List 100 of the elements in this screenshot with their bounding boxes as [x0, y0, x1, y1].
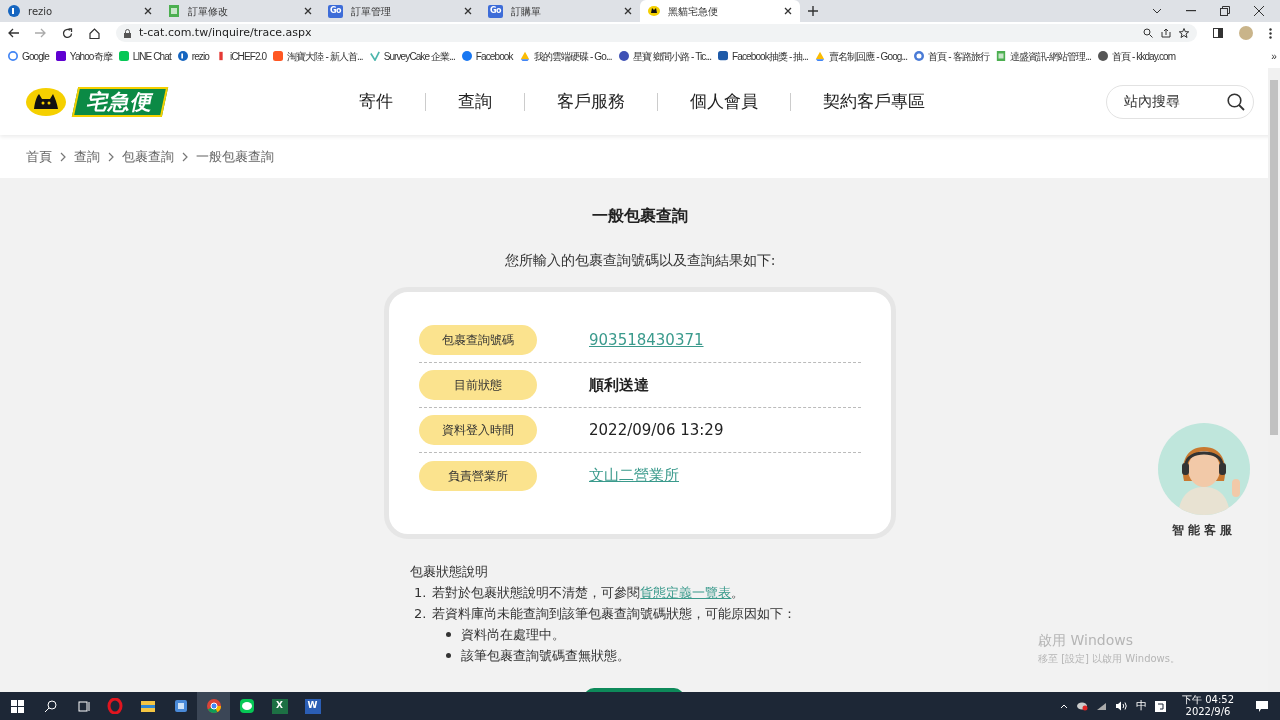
close-icon[interactable] — [784, 7, 792, 15]
spreadsheet-icon: X — [271, 698, 288, 714]
breadcrumb-link[interactable]: 查詢 — [74, 146, 100, 167]
browser-tab[interactable]: Go 訂單管理 — [320, 0, 480, 22]
bullet-dot — [446, 653, 451, 658]
back-icon[interactable] — [8, 28, 19, 38]
notification-icon[interactable] — [1256, 700, 1268, 712]
ring-icon — [106, 698, 123, 714]
task-view-icon[interactable] — [77, 699, 90, 713]
notes-title: 包裹狀態說明 — [410, 563, 489, 581]
logo-icon — [8, 5, 20, 17]
ime-indicator[interactable]: 中 — [1136, 697, 1147, 715]
address-bar[interactable]: t-cat.com.tw/inquire/trace.aspx — [116, 24, 1197, 42]
close-icon[interactable] — [1254, 6, 1264, 16]
zoom-icon[interactable] — [1143, 28, 1153, 38]
chat-icon — [238, 698, 255, 714]
logo-icon — [914, 51, 925, 61]
note-text: 若資料庫尚未能查詢到該筆包裹查詢號碼狀態，可能原因如下： — [432, 605, 797, 623]
triangle-icon — [519, 51, 530, 61]
browser-tab[interactable]: 黑貓宅急便 — [640, 0, 800, 22]
search-icon[interactable] — [1227, 92, 1245, 111]
minimize-icon[interactable] — [1186, 10, 1196, 12]
chatbot-avatar[interactable] — [1158, 423, 1250, 515]
share-icon[interactable] — [1161, 28, 1171, 38]
breadcrumb-link[interactable]: 包裹查詢 — [122, 146, 174, 167]
chatbot-label[interactable]: 智能客服 — [1158, 521, 1250, 539]
list-number: 1. — [414, 584, 427, 602]
breadcrumb-link[interactable]: 首頁 — [26, 146, 52, 167]
nav-link[interactable]: 契約客戶專區 — [791, 92, 957, 111]
chevron-up-icon[interactable] — [1060, 703, 1068, 709]
bookmark[interactable]: LINE Chat — [118, 48, 171, 64]
speaker-icon[interactable] — [1115, 701, 1128, 711]
cat-icon — [648, 5, 660, 17]
windows-icon[interactable] — [11, 699, 24, 713]
menu-icon[interactable] — [1269, 27, 1272, 39]
close-icon[interactable] — [624, 7, 632, 15]
chat-icon — [118, 51, 129, 61]
browser-tab[interactable]: 訂單修改 — [160, 0, 320, 22]
sheet-icon — [995, 51, 1006, 61]
bookmark[interactable]: 賣名制回應 - Goog... — [814, 48, 908, 64]
close-icon[interactable] — [144, 7, 152, 15]
globe-icon — [1097, 51, 1108, 61]
cloud-icon[interactable] — [1076, 701, 1088, 711]
clock[interactable]: 下午 04:52 2022/9/6 — [1182, 694, 1234, 718]
check-icon — [369, 51, 380, 61]
field-label: 負責營業所 — [419, 460, 537, 491]
logo-icon — [461, 51, 472, 61]
lock-icon — [124, 28, 131, 38]
close-icon[interactable] — [464, 7, 472, 15]
taskbar-app[interactable]: X — [263, 692, 296, 720]
reload-icon[interactable] — [62, 27, 73, 39]
bookmark[interactable]: Google — [8, 48, 49, 64]
chevron-icon — [182, 151, 188, 162]
bookmark[interactable]: Facebook — [461, 48, 513, 64]
note-text: 若對於包裹狀態說明不清楚，可參閱貨態定義一覽表。 — [432, 584, 745, 602]
browser-tab[interactable]: Go 訂購單 — [480, 0, 640, 22]
bookmark[interactable]: 我的雲端硬碟 - Go... — [519, 48, 612, 64]
bookmark[interactable]: 淘寶大陸 - 新人首... — [273, 48, 363, 64]
home-icon[interactable] — [89, 27, 100, 39]
star-icon[interactable] — [1179, 28, 1189, 38]
sidebar-icon[interactable] — [1213, 28, 1223, 38]
bookmark[interactable]: 首頁 - 客路旅行 — [914, 48, 989, 64]
bookmark[interactable]: 首頁 - kkday.com — [1097, 48, 1176, 64]
folder-icon — [139, 698, 156, 714]
taskbar-app[interactable]: W — [296, 692, 329, 720]
field-label: 資料登入時間 — [419, 415, 537, 445]
chat-icon — [718, 51, 729, 61]
nav-link[interactable]: 客戶服務 — [525, 92, 658, 111]
sheet-icon — [168, 5, 180, 17]
nav-link[interactable]: 寄件 — [327, 92, 426, 111]
close-icon[interactable] — [304, 7, 312, 15]
document-icon — [172, 698, 189, 714]
network-icon[interactable] — [1096, 701, 1107, 711]
bookmark[interactable]: Facebook抽獎 - 抽... — [718, 48, 808, 64]
bookmark[interactable]: 星寶 鄉間小路 - Tic... — [618, 48, 712, 64]
nav-link[interactable]: 查詢 — [426, 92, 525, 111]
nav-link[interactable]: 個人會員 — [658, 92, 791, 111]
chevron-icon — [108, 151, 114, 162]
chevron-down-icon[interactable] — [1152, 8, 1162, 14]
note-text: 資料尚在處理中。 — [461, 626, 565, 644]
browser-tab[interactable]: rezio — [0, 0, 160, 22]
logo-icon — [177, 51, 188, 61]
word-icon: W — [304, 698, 321, 714]
bookmark[interactable]: Yahoo奇摩 — [55, 48, 112, 64]
bookmark[interactable]: SurveyCake 企業... — [369, 48, 455, 64]
list-number: 2. — [414, 605, 427, 623]
page-title: 一般包裹查詢 — [591, 205, 689, 227]
result-value: 2022/09/06 13:29 — [589, 419, 724, 441]
bookmark[interactable]: 達盛資訊-網站管理... — [995, 48, 1091, 64]
restore-icon[interactable] — [1220, 6, 1230, 16]
field-label: 目前狀態 — [419, 370, 537, 400]
site-logo[interactable]: 宅急便 — [71, 86, 169, 117]
plus-icon[interactable] — [808, 6, 818, 16]
cat-icon[interactable] — [25, 86, 67, 117]
bookmark[interactable]: iCHEF2.0 — [215, 48, 267, 64]
search-icon[interactable] — [44, 699, 57, 713]
bookmark[interactable]: rezio — [177, 48, 209, 64]
scrollbar-thumb[interactable] — [1270, 80, 1278, 435]
result-link[interactable]: 文山二營業所 — [589, 464, 679, 487]
more-bookmarks-button[interactable]: » — [1271, 48, 1276, 64]
